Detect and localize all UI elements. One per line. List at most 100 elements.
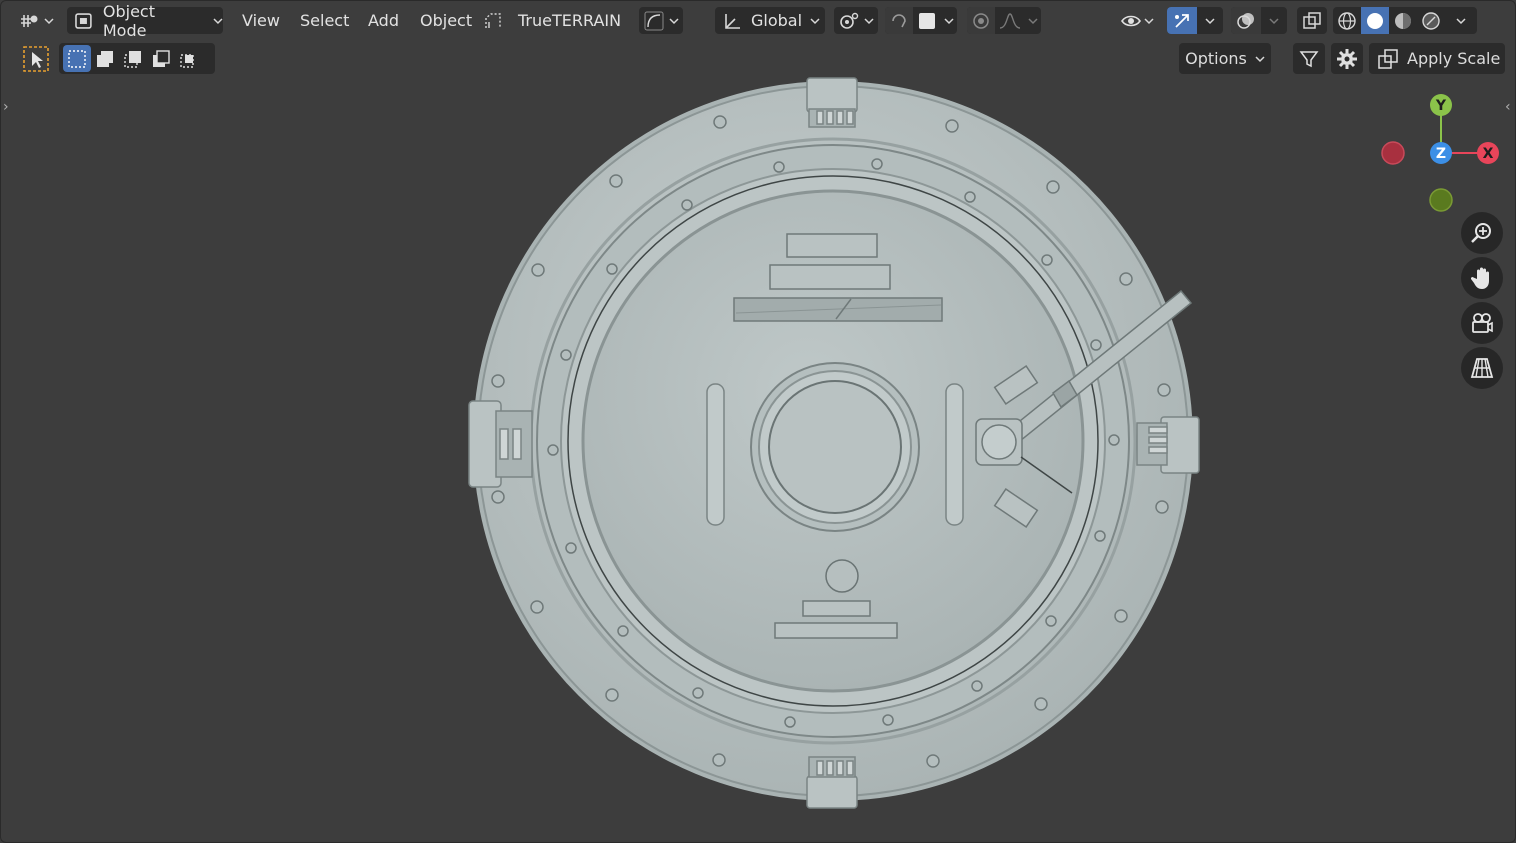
shading-material[interactable] bbox=[1389, 7, 1417, 34]
select-mode-new[interactable] bbox=[63, 45, 91, 72]
chevron-down-icon bbox=[1269, 17, 1279, 24]
active-tool-button[interactable] bbox=[15, 43, 55, 74]
options-label: Options bbox=[1185, 49, 1247, 68]
overlay-toggle[interactable] bbox=[1231, 7, 1261, 34]
shading-solid[interactable] bbox=[1361, 7, 1389, 34]
chevron-down-icon bbox=[669, 17, 679, 24]
select-mode-extend[interactable] bbox=[91, 45, 119, 72]
chevron-down-icon bbox=[44, 17, 54, 24]
falloff-button[interactable] bbox=[995, 7, 1025, 34]
mode-label: Object Mode bbox=[102, 1, 155, 40]
select-subtract-icon bbox=[124, 50, 141, 68]
toolbar-expand-icon[interactable]: › bbox=[3, 99, 9, 115]
select-mode-intersect[interactable] bbox=[175, 45, 203, 72]
viewport-3d[interactable]: Y X Z bbox=[1, 1, 1516, 843]
gear-icon bbox=[1337, 48, 1357, 69]
menu-view[interactable]: View bbox=[242, 7, 280, 34]
shading-group bbox=[1333, 7, 1477, 34]
xray-icon bbox=[1303, 11, 1321, 29]
select-box-tool-icon bbox=[23, 46, 49, 72]
orientation-icon bbox=[725, 13, 740, 29]
editor-type-icon bbox=[21, 14, 38, 27]
sidebar-expand-icon[interactable]: ‹ bbox=[1505, 99, 1511, 115]
filter-icon bbox=[1299, 50, 1319, 67]
transform-orientation[interactable]: Global bbox=[715, 7, 825, 34]
trueterrain-dropdown[interactable] bbox=[639, 7, 683, 34]
neg-x-axis[interactable] bbox=[1381, 141, 1405, 165]
perspective-toggle-button[interactable] bbox=[1461, 347, 1503, 389]
chevron-down-icon bbox=[944, 17, 954, 24]
settings-button[interactable] bbox=[1331, 43, 1363, 74]
navigation-gizmo[interactable]: Y X Z bbox=[1381, 94, 1499, 212]
chevron-down-icon bbox=[1205, 17, 1215, 24]
shading-wireframe[interactable] bbox=[1333, 7, 1361, 34]
select-invert-icon bbox=[153, 49, 170, 67]
xray-toggle[interactable] bbox=[1297, 7, 1327, 34]
hatch-model[interactable] bbox=[468, 77, 1200, 809]
pivot-icon bbox=[840, 12, 859, 29]
trueterrain-menu[interactable]: TrueTERRAIN bbox=[482, 7, 621, 34]
chevron-down-icon bbox=[864, 17, 874, 24]
object-mode-icon bbox=[75, 12, 92, 29]
chevron-down-icon bbox=[1144, 17, 1154, 24]
zoom-button[interactable] bbox=[1461, 212, 1503, 254]
shading-dropdown[interactable] bbox=[1445, 7, 1477, 34]
pivot-point-button[interactable] bbox=[834, 7, 878, 34]
shading-rendered[interactable] bbox=[1417, 7, 1445, 34]
gizmo-toggle[interactable] bbox=[1167, 7, 1197, 34]
chevron-down-icon bbox=[1456, 17, 1466, 24]
gizmo-icon bbox=[1175, 13, 1189, 28]
visibility-button[interactable] bbox=[1115, 7, 1159, 34]
overlay-icon bbox=[1237, 12, 1254, 29]
apply-scale-icon bbox=[1378, 48, 1398, 69]
select-mode-group bbox=[59, 43, 215, 74]
wireframe-sphere-icon bbox=[1338, 11, 1356, 30]
select-intersect-icon bbox=[180, 53, 194, 68]
gizmo-dropdown[interactable] bbox=[1197, 7, 1223, 34]
select-mode-subtract[interactable] bbox=[119, 45, 147, 72]
editor-type-button[interactable] bbox=[15, 7, 57, 34]
chevron-down-icon bbox=[1255, 55, 1265, 62]
magnet-icon bbox=[892, 13, 906, 27]
pan-button[interactable] bbox=[1461, 257, 1503, 299]
y-axis-label: Y bbox=[1435, 98, 1447, 114]
apply-scale-label: Apply Scale bbox=[1407, 49, 1501, 68]
camera-view-button[interactable] bbox=[1461, 302, 1503, 344]
options-dropdown[interactable]: Options bbox=[1179, 43, 1271, 74]
trueterrain-label: TrueTERRAIN bbox=[518, 11, 622, 30]
snap-target-button[interactable] bbox=[913, 7, 941, 34]
camera-icon bbox=[1472, 313, 1493, 333]
select-new-icon bbox=[68, 49, 86, 68]
x-axis-label: X bbox=[1483, 146, 1494, 162]
orientation-label: Global bbox=[751, 11, 803, 30]
filter-button[interactable] bbox=[1293, 43, 1325, 74]
snap-group bbox=[885, 7, 957, 34]
menu-object[interactable]: Object bbox=[420, 7, 472, 34]
viewport-header: Object Mode View Select Add Object TrueT… bbox=[1, 1, 1515, 41]
select-mode-invert[interactable] bbox=[147, 45, 175, 72]
rendered-sphere-icon bbox=[1422, 11, 1440, 30]
overlay-dropdown[interactable] bbox=[1261, 7, 1287, 34]
chevron-down-icon bbox=[810, 17, 820, 24]
curve-icon bbox=[644, 11, 664, 30]
blender-window: Y X Z › ‹ Object Mode View Select Add Ob… bbox=[0, 0, 1516, 843]
snap-dropdown[interactable] bbox=[941, 7, 957, 34]
neg-y-axis[interactable] bbox=[1429, 188, 1453, 212]
proportional-edit-icon bbox=[973, 12, 989, 29]
solid-sphere-icon bbox=[1367, 12, 1383, 29]
snap-toggle[interactable] bbox=[885, 7, 913, 34]
mode-selector[interactable]: Object Mode bbox=[67, 2, 223, 40]
select-extend-icon bbox=[97, 50, 113, 67]
snap-target-icon bbox=[919, 12, 935, 29]
falloff-dropdown[interactable] bbox=[1025, 7, 1041, 34]
material-sphere-icon bbox=[1395, 12, 1411, 29]
overlay-group bbox=[1231, 7, 1287, 34]
proportional-edit-toggle[interactable] bbox=[967, 7, 995, 34]
zoom-icon bbox=[1471, 223, 1491, 243]
hand-pan-icon bbox=[1470, 267, 1489, 289]
falloff-curve-icon bbox=[999, 12, 1021, 29]
chevron-down-icon bbox=[213, 17, 223, 24]
menu-add[interactable]: Add bbox=[368, 7, 399, 34]
apply-scale-button[interactable]: Apply Scale bbox=[1369, 43, 1505, 74]
menu-select[interactable]: Select bbox=[300, 7, 349, 34]
